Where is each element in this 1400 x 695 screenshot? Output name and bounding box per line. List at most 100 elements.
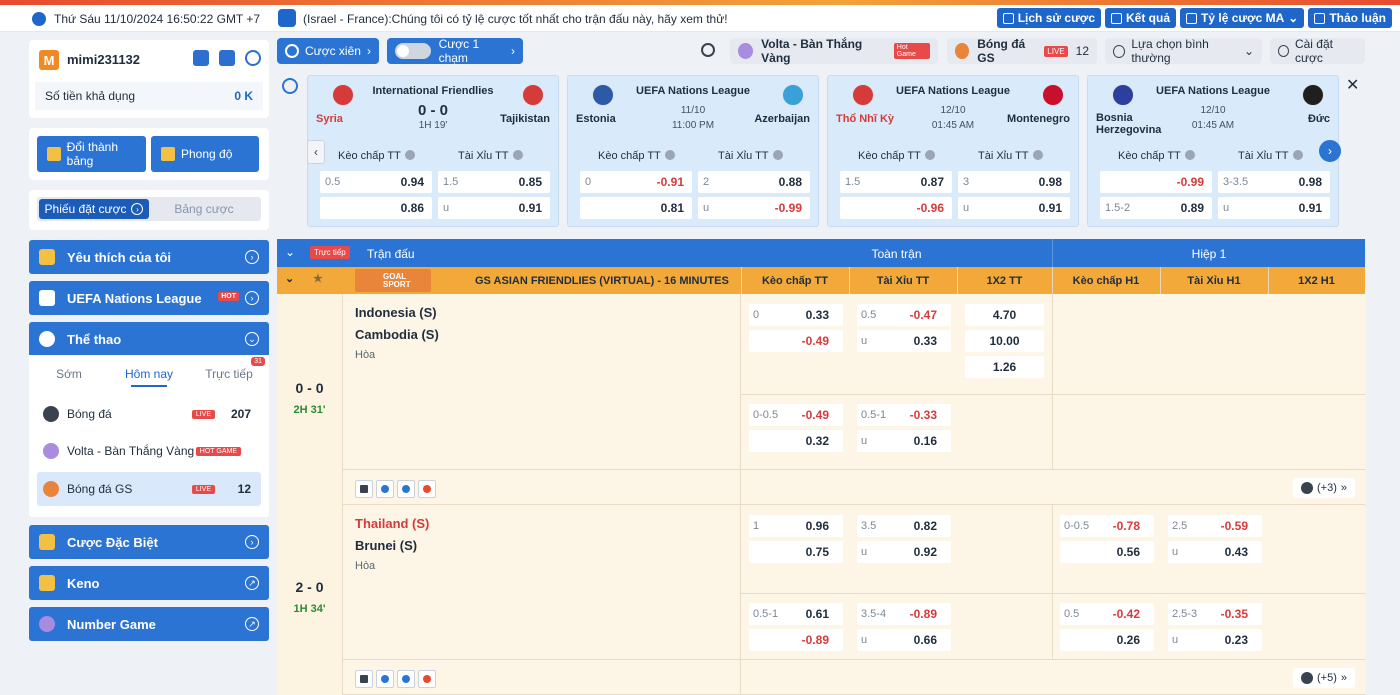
eye-icon[interactable] <box>376 480 394 498</box>
odds-type-button[interactable]: Tỷ lệ cược MA ⌄ <box>1180 8 1305 28</box>
message-icon[interactable] <box>219 50 235 66</box>
gs-button[interactable]: Bóng đá GS LIVE 12 <box>947 37 1097 65</box>
sport-item-volta[interactable]: Volta - Bàn Thắng Vàng HOT GAME <box>37 434 261 468</box>
odds-1x2-cell[interactable]: 1.26 <box>965 356 1044 378</box>
tab-today[interactable]: Hôm nay <box>109 361 189 387</box>
odds-cell[interactable]: u -0.99 <box>698 197 810 219</box>
featured-match-card[interactable]: International Friendlies Syria Tajikistan 0… <box>307 75 559 227</box>
odds-cell[interactable]: 1 0.96 <box>749 515 843 537</box>
odds-cell[interactable]: u 0.91 <box>438 197 550 219</box>
play-icon[interactable] <box>397 480 415 498</box>
odds-cell[interactable]: 2 0.88 <box>698 171 810 193</box>
fire-icon[interactable] <box>418 670 436 688</box>
bet-history-button[interactable]: Lịch sử cược <box>996 8 1101 28</box>
featured-match-card[interactable]: UEFA Nations League Thổ Nhĩ Kỳ Montenegro 1… <box>827 75 1079 227</box>
one-click-toggle[interactable] <box>395 43 431 59</box>
book-icon[interactable] <box>193 50 209 66</box>
close-icon[interactable]: ✕ <box>1346 75 1359 95</box>
collapse-icon[interactable]: ⌄ <box>285 245 295 259</box>
one-click-button[interactable]: Cược 1 chạm › <box>387 37 523 65</box>
results-button[interactable]: Kết quả <box>1105 8 1177 28</box>
nav-keno[interactable]: Keno ↗ <box>29 566 269 600</box>
star-icon[interactable]: ★ <box>313 272 323 285</box>
odds-cell[interactable]: -0.89 <box>749 629 843 651</box>
odds-cell[interactable]: 0-0.5 -0.78 <box>1060 515 1154 537</box>
nav-number-game[interactable]: Number Game ↗ <box>29 607 269 641</box>
featured-match-card[interactable]: UEFA Nations League Estonia Azerbaijan 11/1… <box>567 75 819 227</box>
odds-cell[interactable]: u 0.66 <box>857 629 951 651</box>
odds-cell[interactable]: 0.5 0.94 <box>320 171 432 193</box>
odds-cell[interactable]: 1.5 0.87 <box>840 171 952 193</box>
search-icon[interactable] <box>701 43 715 57</box>
refresh-icon[interactable] <box>245 50 261 66</box>
tab-bet-table[interactable]: Bảng cược <box>149 199 259 219</box>
next-arrow-button[interactable]: › <box>1319 140 1341 162</box>
globe-icon[interactable] <box>282 78 298 94</box>
odds-cell[interactable]: u 0.91 <box>958 197 1070 219</box>
odds-cell[interactable]: 0 0.33 <box>749 304 843 326</box>
form-button[interactable]: Phong độ <box>151 136 259 172</box>
odds-cell[interactable]: 0 -0.91 <box>580 171 692 193</box>
featured-match-card[interactable]: UEFA Nations League Bosnia Herzegovina Đức… <box>1087 75 1339 227</box>
parlay-button[interactable]: Cược xiên › <box>277 38 379 64</box>
play-icon[interactable] <box>397 670 415 688</box>
odds-cell[interactable]: 0-0.5 -0.49 <box>749 404 843 426</box>
odds-cell[interactable]: 3 0.98 <box>958 171 1070 193</box>
odds-cell[interactable]: -0.99 <box>1100 171 1212 193</box>
odds-cell[interactable]: 0.5-1 0.61 <box>749 603 843 625</box>
chevron-down-icon[interactable]: ⌄ <box>285 272 294 285</box>
nav-sports[interactable]: Thể thao ⌄ <box>29 322 269 356</box>
tab-early[interactable]: Sớm <box>29 361 109 387</box>
odds-cell[interactable]: 3.5-4 -0.89 <box>857 603 951 625</box>
odds-cell[interactable]: 0.56 <box>1060 541 1154 563</box>
tab-bet-slip[interactable]: Phiếu đặt cược › <box>39 199 149 219</box>
odds-cell[interactable]: 2.5-3 -0.35 <box>1168 603 1262 625</box>
odds-cell[interactable]: 3-3.5 0.98 <box>1218 171 1330 193</box>
display-select[interactable]: Lựa chọn bình thường ⌄ <box>1105 37 1262 65</box>
odds-cell[interactable]: 0.5-1 -0.33 <box>857 404 951 426</box>
away-team[interactable]: Brunei (S) <box>355 538 417 553</box>
home-team[interactable]: Indonesia (S) <box>355 305 437 320</box>
bell-icon[interactable] <box>278 9 296 27</box>
odds-cell[interactable]: 0.86 <box>320 197 432 219</box>
tab-live[interactable]: Trực tiếp 31 <box>189 357 269 387</box>
sport-item-gs[interactable]: Bóng đá GS LIVE 12 <box>37 472 261 506</box>
odds-cell[interactable]: u 0.16 <box>857 430 951 452</box>
prev-arrow-button[interactable]: ‹ <box>307 140 325 164</box>
odds-cell[interactable]: u 0.43 <box>1168 541 1262 563</box>
nav-special[interactable]: Cược Đặc Biệt › <box>29 525 269 559</box>
sport-item-football[interactable]: Bóng đá LIVE 207 <box>37 397 261 431</box>
odds-cell[interactable]: u 0.33 <box>857 330 951 352</box>
nav-uefa[interactable]: UEFA Nations League HOT › <box>29 281 269 315</box>
discussion-button[interactable]: Thảo luận <box>1308 8 1392 28</box>
odds-cell[interactable]: u 0.23 <box>1168 629 1262 651</box>
odds-cell[interactable]: 1.5 0.85 <box>438 171 550 193</box>
home-team[interactable]: Thailand (S) <box>355 516 429 531</box>
odds-cell[interactable]: -0.96 <box>840 197 952 219</box>
odds-cell[interactable]: u 0.91 <box>1218 197 1330 219</box>
more-bets-button[interactable]: (+5)» <box>1293 668 1355 688</box>
volta-button[interactable]: Volta - Bàn Thắng Vàng Hot Game <box>730 37 938 65</box>
odds-cell[interactable]: -0.49 <box>749 330 843 352</box>
odds-cell[interactable]: 3.5 0.82 <box>857 515 951 537</box>
odds-cell[interactable]: 0.75 <box>749 541 843 563</box>
nav-favorites[interactable]: Yêu thích của tôi › <box>29 240 269 274</box>
odds-1x2-cell[interactable]: 4.70 <box>965 304 1044 326</box>
odds-cell[interactable]: 0.81 <box>580 197 692 219</box>
odds-cell[interactable]: 0.26 <box>1060 629 1154 651</box>
odds-cell[interactable]: u 0.92 <box>857 541 951 563</box>
favorite-star-icon[interactable] <box>355 670 373 688</box>
odds-cell[interactable]: 0.5 -0.47 <box>857 304 951 326</box>
odds-cell[interactable]: 1.5-2 0.89 <box>1100 197 1212 219</box>
redeem-button[interactable]: Đổi thành bảng <box>37 136 146 172</box>
fire-icon[interactable] <box>418 480 436 498</box>
bet-settings-button[interactable]: Cài đặt cược <box>1270 37 1365 65</box>
more-bets-button[interactable]: (+3)» <box>1293 478 1355 498</box>
odds-cell[interactable]: 0.5 -0.42 <box>1060 603 1154 625</box>
favorite-star-icon[interactable] <box>355 480 373 498</box>
odds-cell[interactable]: 2.5 -0.59 <box>1168 515 1262 537</box>
away-team[interactable]: Cambodia (S) <box>355 327 439 342</box>
odds-1x2-cell[interactable]: 10.00 <box>965 330 1044 352</box>
eye-icon[interactable] <box>376 670 394 688</box>
odds-cell[interactable]: 0.32 <box>749 430 843 452</box>
